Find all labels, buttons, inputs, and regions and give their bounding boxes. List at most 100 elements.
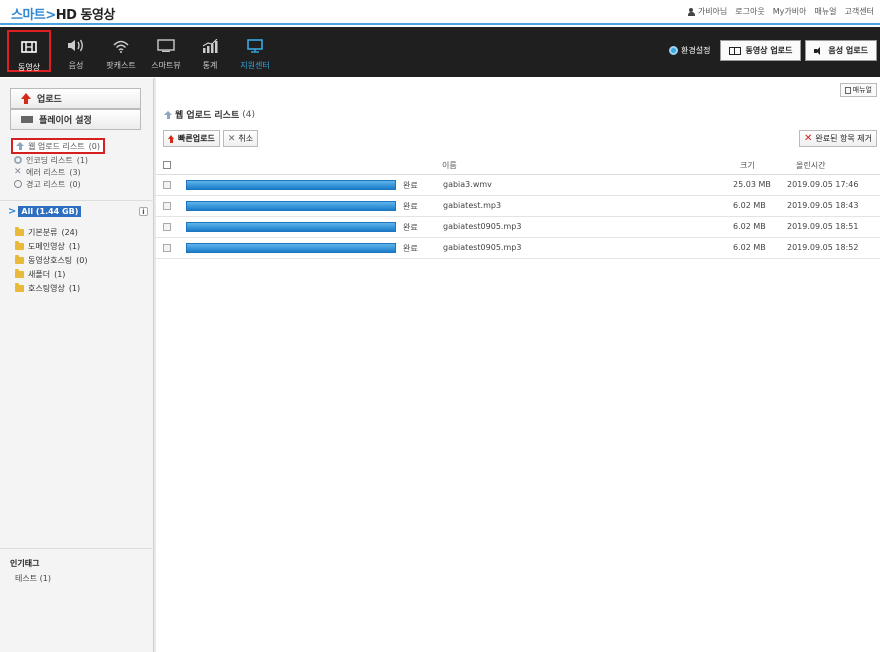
player-settings-button[interactable]: 플레이어 설정 (10, 109, 141, 130)
speaker-icon (68, 39, 83, 52)
env-settings-label: 환경설정 (681, 46, 711, 55)
folder-icon (15, 282, 24, 292)
folder-name: 호스팅영상 (28, 283, 65, 293)
table-row[interactable]: 완료 gabiatest.mp3 6.02 MB 2019.09.05 18:4… (156, 196, 880, 217)
logout-link[interactable]: 로그아웃 (735, 6, 764, 17)
audio-upload-button[interactable]: 음성 업로드 (805, 40, 877, 61)
folder-count: (1) (68, 241, 81, 251)
nav-right-group: 환경설정 동영상 업로드 음성 업로드 (669, 40, 877, 61)
folder-item[interactable]: 호스팅영상 (1) (15, 281, 148, 295)
upload-label: 업로드 (37, 95, 62, 105)
list-toolbar: 빠른업로드 ✕ 취소 (163, 130, 259, 147)
folder-list: 기본분류 (24) 도메인영상 (1) 동영상호스팅 (0) 새폴더 (1) 호… (15, 225, 148, 295)
my-gabia-link[interactable]: My가비아 (773, 6, 807, 17)
manual-label: 매뉴얼 (852, 86, 872, 94)
row-checkbox[interactable] (163, 202, 171, 210)
user-name-link[interactable]: 가비아님 (687, 6, 728, 17)
folder-count: (1) (54, 269, 66, 279)
all-folder-label: All (1.44 GB) (18, 206, 82, 217)
row-status: 완료 (403, 244, 418, 253)
folder-all[interactable]: > All (1.44 GB) i (8, 205, 148, 218)
tag-count: (1) (39, 574, 51, 583)
table-row[interactable]: 완료 gabia3.wmv 25.03 MB 2019.09.05 17:46 (156, 175, 880, 196)
upload-progress-bar (186, 180, 396, 190)
list-title-text: 웹 업로드 리스트 (175, 111, 240, 121)
customer-center-link[interactable]: 고객센터 (845, 6, 874, 17)
monitor-icon (157, 39, 175, 52)
remove-completed-button[interactable]: ✕ 완료된 항목 제거 (799, 130, 877, 147)
folder-item[interactable]: 도메인영상 (1) (15, 239, 148, 253)
upload-button[interactable]: 업로드 (10, 88, 141, 109)
folder-item[interactable]: 새폴더 (1) (15, 267, 148, 281)
logo-arrow-icon: > (45, 8, 56, 23)
row-status: 완료 (403, 181, 418, 190)
player-icon (21, 116, 33, 123)
table-header: 이름 크기 올린시간 (156, 157, 880, 175)
close-icon: ✕ (227, 133, 236, 144)
folder-name: 도메인영상 (28, 241, 65, 251)
nav-podcast-label: 팟캐스트 (106, 61, 136, 70)
env-settings-link[interactable]: 환경설정 (669, 45, 710, 56)
progress-fill (187, 244, 395, 252)
status-warning[interactable]: 경고 리스트 (0) (14, 178, 105, 190)
stats-icon (202, 39, 218, 53)
logo-hd: HD 동영상 (55, 8, 116, 23)
column-size[interactable]: 크기 (740, 160, 755, 171)
popular-tags-title: 인기태그 (10, 559, 40, 568)
upload-progress-bar (186, 243, 396, 253)
info-icon[interactable]: i (139, 207, 148, 216)
upload-arrow-icon (168, 134, 175, 143)
site-logo[interactable]: 스마트>HD 동영상 (11, 4, 115, 23)
nav-smartview[interactable]: 스마트뷰 (144, 30, 188, 72)
list-count: (4) (242, 109, 255, 120)
nav-podcast[interactable]: 팟캐스트 (99, 30, 143, 72)
tag-item[interactable]: 테스트 (1) (15, 573, 154, 584)
row-time: 2019.09.05 17:46 (787, 180, 859, 189)
nav-audio[interactable]: 음성 (54, 30, 98, 72)
row-status: 완료 (403, 202, 418, 211)
status-count: (3) (69, 167, 81, 177)
sidebar-divider (0, 200, 154, 201)
status-count: (1) (76, 155, 89, 165)
logo-smart: 스마트 (11, 8, 46, 23)
column-name[interactable]: 이름 (442, 160, 457, 171)
quick-upload-label: 빠른업로드 (178, 134, 215, 143)
nav-stats[interactable]: 통계 (188, 30, 232, 72)
status-web-upload[interactable]: 웹 업로드 리스트 (0) (11, 138, 105, 154)
row-time: 2019.09.05 18:51 (787, 222, 859, 231)
row-checkbox[interactable] (163, 181, 171, 189)
status-error[interactable]: ✕ 에러 리스트 (3) (14, 166, 105, 178)
folder-count: (24) (61, 227, 78, 237)
cancel-button[interactable]: ✕ 취소 (222, 130, 259, 147)
nav-video[interactable]: 동영상 (7, 30, 51, 72)
column-time[interactable]: 올린시간 (796, 160, 825, 171)
manual-button[interactable]: 매뉴얼 (839, 83, 877, 97)
upload-gray-icon (16, 142, 24, 150)
nav-video-label: 동영상 (17, 63, 41, 72)
status-label: 경고 리스트 (26, 179, 66, 189)
status-list: 웹 업로드 리스트 (0) 인코딩 리스트 (1) ✕ 에러 리스트 (3) 경… (11, 138, 105, 190)
user-icon (687, 7, 695, 16)
folder-item[interactable]: 기본분류 (24) (15, 225, 148, 239)
table-row[interactable]: 완료 gabiatest0905.mp3 6.02 MB 2019.09.05 … (156, 238, 880, 259)
folder-item[interactable]: 동영상호스팅 (0) (15, 253, 148, 267)
nav-support[interactable]: 지원센터 (233, 30, 277, 72)
video-upload-button[interactable]: 동영상 업로드 (720, 40, 802, 61)
quick-upload-button[interactable]: 빠른업로드 (163, 130, 220, 147)
row-checkbox[interactable] (163, 223, 171, 231)
status-count: (0) (69, 179, 81, 189)
select-all-checkbox[interactable] (163, 161, 171, 169)
nav-stats-label: 통계 (202, 61, 218, 70)
user-name: 가비아님 (697, 7, 728, 16)
podcast-icon (113, 40, 129, 53)
manual-link[interactable]: 매뉴얼 (814, 6, 836, 17)
row-filename: gabiatest0905.mp3 (443, 243, 522, 252)
folder-name: 동영상호스팅 (28, 255, 73, 265)
table-row[interactable]: 완료 gabiatest0905.mp3 6.02 MB 2019.09.05 … (156, 217, 880, 238)
folder-name: 기본분류 (28, 227, 58, 237)
row-size: 6.02 MB (733, 201, 766, 210)
row-checkbox[interactable] (163, 244, 171, 252)
upload-gray-icon (164, 110, 172, 119)
video-upload-label: 동영상 업로드 (745, 46, 793, 55)
status-encoding[interactable]: 인코딩 리스트 (1) (14, 154, 105, 166)
